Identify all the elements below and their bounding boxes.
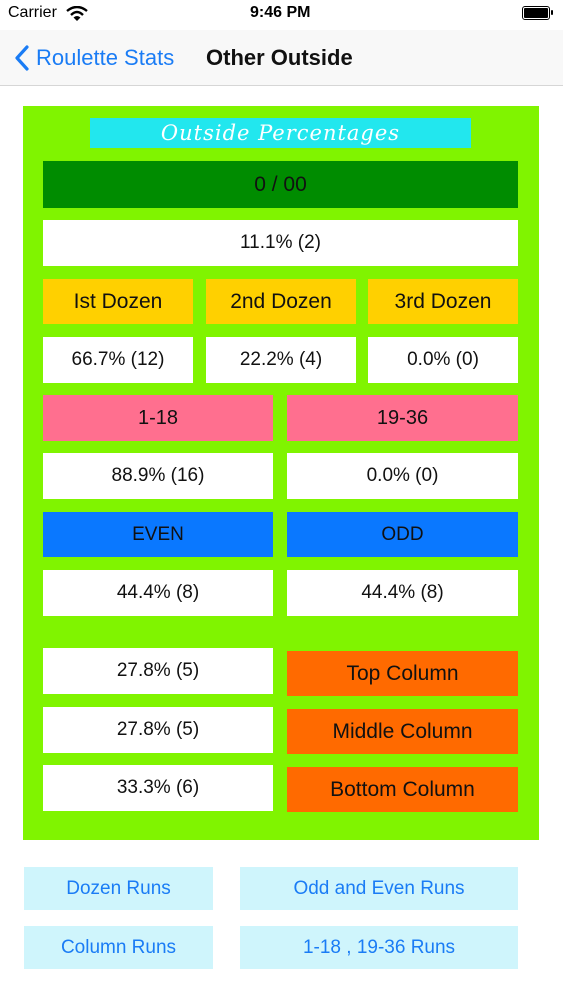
low-half-label: 1-18: [43, 395, 273, 441]
dozen-runs-button[interactable]: Dozen Runs: [24, 867, 213, 910]
middle-column-value: 27.8% (5): [43, 707, 273, 753]
dozen-3-label: 3rd Dozen: [368, 279, 518, 324]
even-label: EVEN: [43, 512, 273, 557]
dozen-3-value: 0.0% (0): [368, 337, 518, 383]
bottom-column-value: 33.3% (6): [43, 765, 273, 811]
panel-title: Outside Percentages: [90, 118, 471, 148]
battery-icon: [522, 6, 553, 20]
clock: 9:46 PM: [250, 4, 311, 21]
back-button-label: Roulette Stats: [36, 45, 175, 70]
column-runs-button[interactable]: Column Runs: [24, 926, 213, 969]
chevron-left-icon: [15, 45, 29, 71]
high-half-label: 19-36: [287, 395, 518, 441]
dozen-1-value: 66.7% (12): [43, 337, 193, 383]
halves-runs-button[interactable]: 1-18 , 19-36 Runs: [240, 926, 518, 969]
dozen-2-label: 2nd Dozen: [206, 279, 356, 324]
status-bar: Carrier 9:46 PM: [0, 0, 563, 30]
dozen-2-value: 22.2% (4): [206, 337, 356, 383]
low-half-value: 88.9% (16): [43, 453, 273, 499]
page-title: Other Outside: [206, 45, 353, 70]
carrier-label: Carrier: [8, 4, 57, 21]
middle-column-label: Middle Column: [287, 709, 518, 754]
zero-label: 0 / 00: [43, 161, 518, 208]
navigation-bar: Roulette Stats Other Outside: [0, 30, 563, 86]
dozen-1-label: Ist Dozen: [43, 279, 193, 324]
top-column-label: Top Column: [287, 651, 518, 696]
odd-even-runs-button[interactable]: Odd and Even Runs: [240, 867, 518, 910]
even-value: 44.4% (8): [43, 570, 273, 616]
top-column-value: 27.8% (5): [43, 648, 273, 694]
bottom-column-label: Bottom Column: [287, 767, 518, 812]
high-half-value: 0.0% (0): [287, 453, 518, 499]
odd-label: ODD: [287, 512, 518, 557]
odd-value: 44.4% (8): [287, 570, 518, 616]
back-button[interactable]: Roulette Stats: [14, 40, 174, 76]
wifi-icon: [66, 6, 88, 21]
zero-value: 11.1% (2): [43, 220, 518, 266]
